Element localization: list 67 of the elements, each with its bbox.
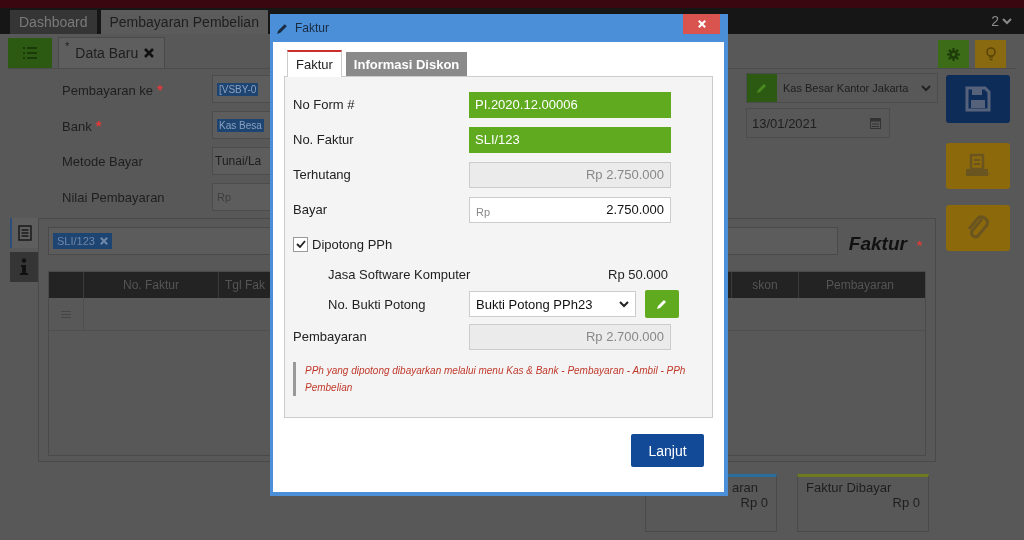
edit-button[interactable] bbox=[645, 290, 679, 318]
print-button[interactable] bbox=[946, 143, 1010, 189]
close-icon bbox=[697, 20, 706, 28]
field-label: No. Faktur bbox=[293, 132, 355, 147]
checkbox[interactable] bbox=[293, 236, 308, 252]
side-tab[interactable] bbox=[10, 218, 38, 248]
card-value: Rp 0 bbox=[892, 495, 920, 510]
form-field[interactable]: Rp 2.750.000 bbox=[469, 161, 671, 188]
card-value: Rp 0 bbox=[740, 495, 768, 510]
calendar-icon bbox=[870, 117, 881, 129]
field-label: No Form # bbox=[293, 97, 356, 112]
top-tab[interactable]: Dashboard bbox=[10, 10, 97, 34]
form-field[interactable]: PI.2020.12.00006 bbox=[469, 91, 671, 118]
date-field[interactable]: 13/01/2021 bbox=[746, 108, 890, 138]
field-label: Terhutang bbox=[293, 167, 352, 182]
field-label: Bayar bbox=[293, 202, 328, 217]
continue-button[interactable]: Lanjut bbox=[631, 434, 704, 467]
close-button[interactable] bbox=[683, 14, 720, 34]
list-button[interactable] bbox=[8, 38, 52, 68]
lightbulb-button[interactable] bbox=[975, 40, 1006, 68]
save-button[interactable] bbox=[946, 75, 1010, 123]
caret-icon bbox=[921, 84, 931, 92]
checkbox-label: Dipotong PPh bbox=[312, 236, 393, 252]
form-field[interactable]: SLI/123 bbox=[469, 126, 671, 153]
close-icon bbox=[144, 48, 155, 58]
attachment-button[interactable] bbox=[946, 205, 1010, 251]
form-field[interactable]: Tunai/La bbox=[212, 147, 270, 175]
dialog-title: Faktur bbox=[295, 21, 329, 35]
panel-title: Faktur * bbox=[848, 233, 922, 255]
tab-count-dropdown[interactable]: 2 bbox=[991, 13, 1012, 29]
proof-select[interactable]: Bukti Potong PPh23 bbox=[469, 291, 636, 317]
save-icon bbox=[965, 86, 991, 112]
pencil-icon bbox=[756, 82, 768, 94]
field-label: Bank * bbox=[62, 116, 103, 134]
withholding-amount: Rp 50.000 bbox=[608, 266, 668, 282]
form-field[interactable]: [VSBY-0 bbox=[212, 75, 270, 103]
field-label: Nilai Pembayaran bbox=[62, 189, 166, 205]
invoice-tag[interactable]: SLI/123 bbox=[53, 233, 112, 249]
caret-icon bbox=[619, 300, 629, 308]
form-field[interactable]: Kas Besa bbox=[212, 111, 270, 139]
list-icon bbox=[18, 225, 32, 241]
lightbulb-icon bbox=[985, 47, 996, 61]
amount-input[interactable]: Rp 2.750.000 bbox=[469, 196, 671, 223]
side-tab[interactable] bbox=[10, 252, 38, 282]
close-icon bbox=[99, 237, 108, 245]
form-field[interactable]: Rp 2.700.000 bbox=[469, 323, 671, 350]
dialog-tab[interactable]: Informasi Diskon bbox=[345, 52, 468, 76]
gear-icon bbox=[947, 47, 960, 61]
document-tab[interactable]: * Data Baru bbox=[58, 37, 166, 68]
field-label: Pembayaran bbox=[293, 329, 368, 344]
caret-icon bbox=[1002, 17, 1012, 25]
field-label: Metode Bayar bbox=[62, 153, 144, 169]
card-title: aran bbox=[732, 480, 759, 495]
pencil-icon bbox=[276, 21, 289, 35]
service-label: Jasa Software Komputer bbox=[328, 266, 469, 282]
info-note: PPh yang dipotong dibayarkan melalui menu Kas & Bank - Pembayaran - Ambil - PPh Pembelian bbox=[293, 362, 705, 396]
edit-button[interactable] bbox=[747, 74, 777, 102]
card-title: Faktur Dibayar bbox=[806, 480, 892, 495]
field-label: No. Bukti Potong bbox=[328, 296, 427, 312]
dialog-tab[interactable]: Faktur bbox=[287, 50, 342, 77]
account-select[interactable]: Kas Besar Kantor Jakarta bbox=[746, 73, 938, 103]
list-icon bbox=[22, 46, 38, 60]
printer-icon bbox=[964, 153, 992, 179]
settings-button[interactable] bbox=[938, 40, 969, 68]
field-label: Pembayaran ke * bbox=[62, 80, 164, 98]
top-tab[interactable]: Pembayaran Pembelian bbox=[100, 10, 268, 34]
info-icon bbox=[20, 258, 28, 276]
